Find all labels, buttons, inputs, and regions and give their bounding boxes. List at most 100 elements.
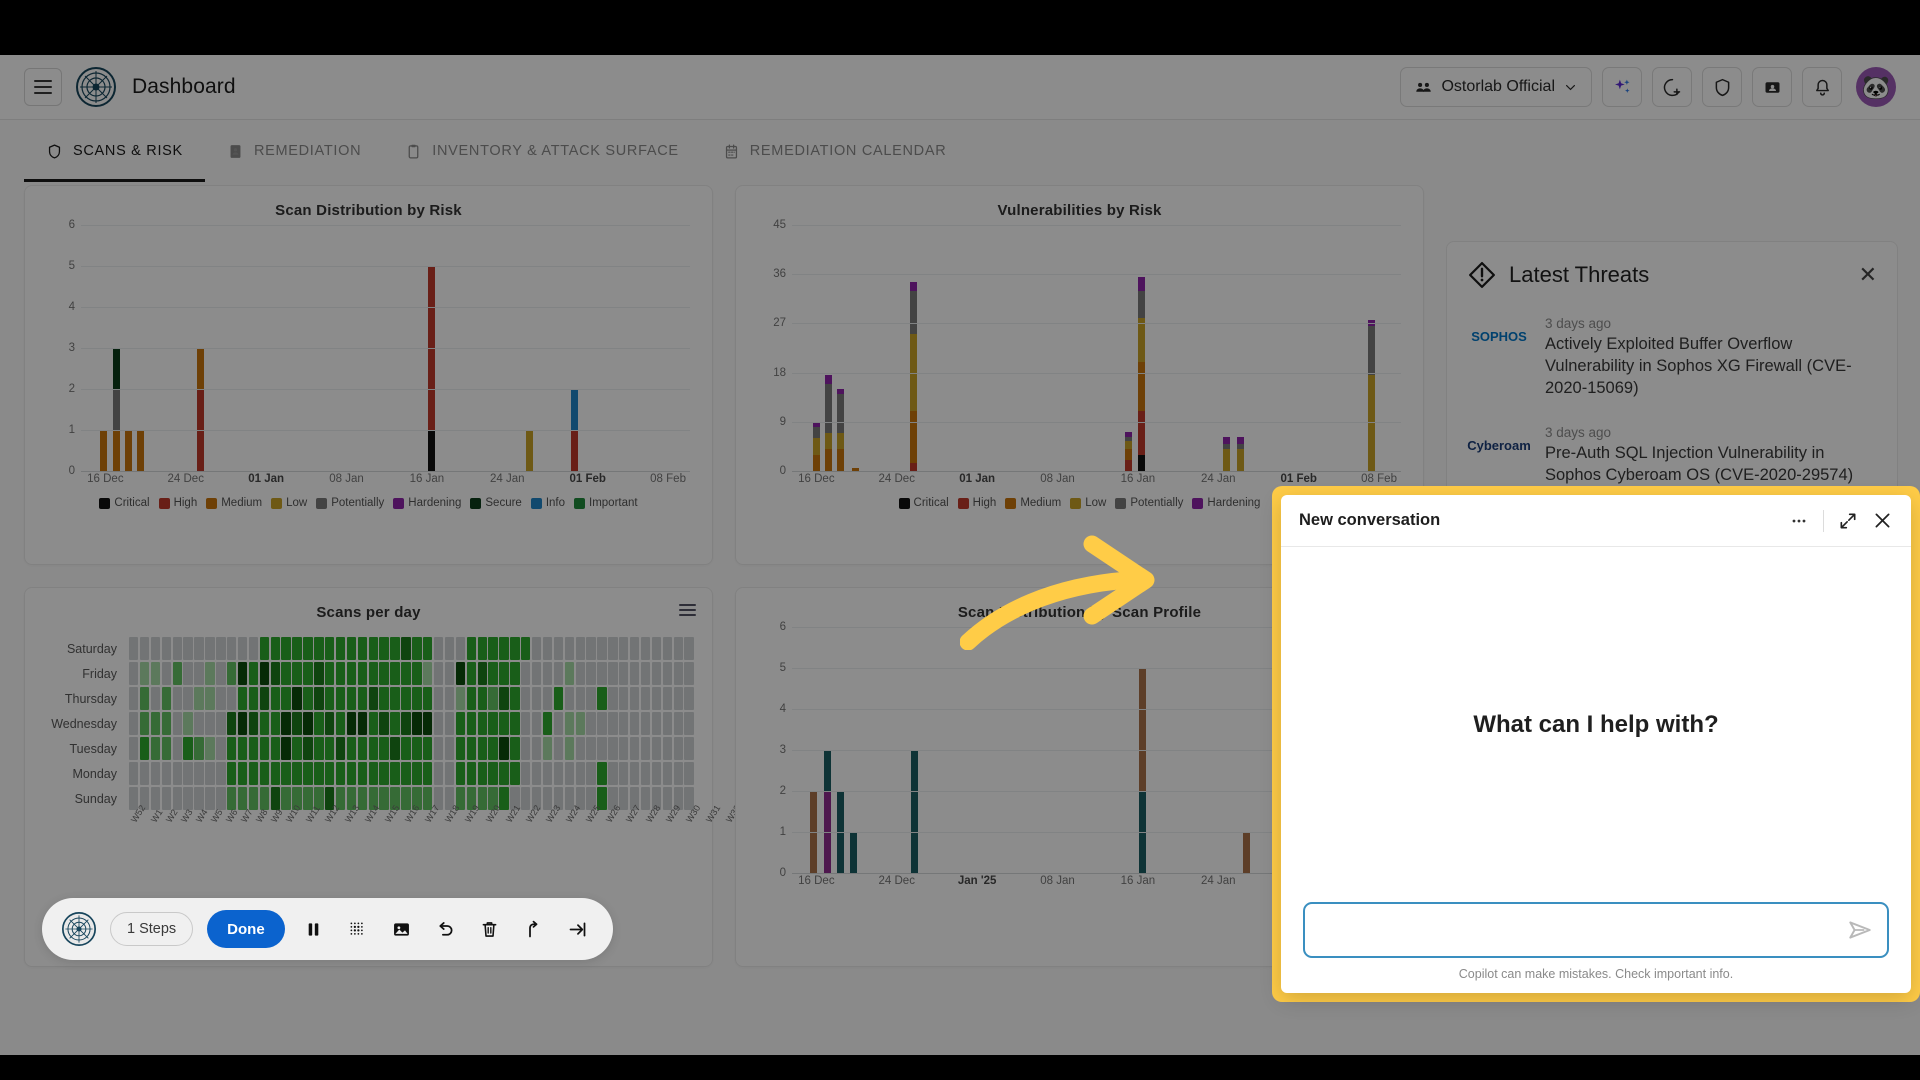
- heatmap-cell[interactable]: [662, 737, 673, 760]
- heatmap-cell[interactable]: [237, 712, 248, 735]
- heatmap-cell[interactable]: [259, 637, 270, 660]
- heatmap-cell[interactable]: [499, 787, 509, 810]
- heatmap-cell[interactable]: [564, 712, 575, 735]
- heatmap-cell[interactable]: [477, 737, 487, 760]
- heatmap-cell[interactable]: [553, 737, 564, 760]
- heatmap-cell[interactable]: [510, 712, 520, 735]
- heatmap-cell[interactable]: [531, 662, 542, 685]
- heatmap-cell[interactable]: [651, 662, 662, 685]
- heatmap-cell[interactable]: [270, 687, 280, 710]
- bar[interactable]: [1125, 431, 1133, 471]
- heatmap-cell[interactable]: [292, 637, 302, 660]
- bar[interactable]: [100, 430, 108, 471]
- heatmap-cell[interactable]: [129, 662, 139, 685]
- bar[interactable]: [1236, 437, 1244, 471]
- heatmap-cell[interactable]: [619, 762, 629, 785]
- hamburger-menu-icon[interactable]: [679, 604, 696, 619]
- heatmap-cell[interactable]: [640, 662, 651, 685]
- heatmap-cell[interactable]: [227, 712, 237, 735]
- heatmap-cell[interactable]: [401, 687, 411, 710]
- heatmap-cell[interactable]: [586, 662, 596, 685]
- heatmap-cell[interactable]: [357, 762, 368, 785]
- heatmap-cell[interactable]: [237, 762, 248, 785]
- org-selector[interactable]: Ostorlab Official: [1400, 67, 1592, 107]
- heatmap-cell[interactable]: [608, 662, 618, 685]
- heatmap-cell[interactable]: [129, 737, 139, 760]
- heatmap-cell[interactable]: [444, 762, 455, 785]
- heatmap-cell[interactable]: [423, 762, 433, 785]
- heatmap-cell[interactable]: [531, 637, 542, 660]
- heatmap-cell[interactable]: [433, 712, 444, 735]
- bar[interactable]: [824, 375, 832, 471]
- threat-item[interactable]: Cyberoam 3 days ago Pre-Auth SQL Injection…: [1467, 425, 1877, 487]
- heatmap-cell[interactable]: [521, 787, 531, 810]
- heatmap-cell[interactable]: [455, 687, 466, 710]
- heatmap-cell[interactable]: [542, 662, 553, 685]
- heatmap-cell[interactable]: [640, 712, 651, 735]
- heatmap-cell[interactable]: [531, 687, 542, 710]
- heatmap-cell[interactable]: [629, 712, 640, 735]
- heatmap-cell[interactable]: [346, 737, 357, 760]
- heatmap-cell[interactable]: [477, 637, 487, 660]
- heatmap-cell[interactable]: [357, 687, 368, 710]
- heatmap-cell[interactable]: [684, 737, 694, 760]
- legend-item-hardening[interactable]: Hardening: [393, 497, 461, 509]
- heatmap-cell[interactable]: [510, 737, 520, 760]
- heatmap-cell[interactable]: [575, 762, 585, 785]
- heatmap-cell[interactable]: [477, 712, 487, 735]
- chart-scan-distribution-by-risk[interactable]: 0 1 2 3 4 5 6 16 Dec 24 Dec 01 Jan 08 Jan 16 Jan 24…: [35, 219, 702, 509]
- heatmap-cell[interactable]: [237, 637, 248, 660]
- heatmap-cell[interactable]: [412, 712, 422, 735]
- heatmap-cell[interactable]: [640, 762, 651, 785]
- bar[interactable]: [1137, 277, 1145, 471]
- heatmap-cell[interactable]: [237, 662, 248, 685]
- heatmap-cell[interactable]: [684, 712, 694, 735]
- heatmap-cell[interactable]: [281, 712, 291, 735]
- heatmap-cell[interactable]: [401, 712, 411, 735]
- heatmap-cell[interactable]: [335, 687, 346, 710]
- heatmap-cell[interactable]: [444, 687, 455, 710]
- heatmap-cell[interactable]: [521, 737, 531, 760]
- heatmap-cell[interactable]: [346, 762, 357, 785]
- heatmap-cell[interactable]: [292, 712, 302, 735]
- avatar[interactable]: 🐼: [1856, 67, 1896, 107]
- heatmap-cell[interactable]: [597, 762, 607, 785]
- heatmap-cell[interactable]: [150, 762, 161, 785]
- heatmap-cell[interactable]: [640, 787, 651, 810]
- heatmap-cell[interactable]: [216, 737, 226, 760]
- heatmap-cell[interactable]: [139, 662, 150, 685]
- heatmap-cell[interactable]: [139, 762, 150, 785]
- heatmap-cell[interactable]: [521, 662, 531, 685]
- legend-item-medium[interactable]: Medium: [1005, 497, 1061, 509]
- heatmap-cell[interactable]: [542, 737, 553, 760]
- heatmap-cell[interactable]: [303, 762, 313, 785]
- heatmap-cell[interactable]: [608, 637, 618, 660]
- heatmap-cell[interactable]: [216, 712, 226, 735]
- heatmap-cell[interactable]: [423, 662, 433, 685]
- heatmap-cell[interactable]: [161, 787, 172, 810]
- heatmap-cell[interactable]: [346, 712, 357, 735]
- tab-remediation[interactable]: REMEDIATION: [205, 120, 383, 182]
- heatmap-cell[interactable]: [597, 737, 607, 760]
- heatmap-cell[interactable]: [640, 687, 651, 710]
- heatmap-cell[interactable]: [455, 762, 466, 785]
- heatmap-cell[interactable]: [651, 712, 662, 735]
- heatmap-cell[interactable]: [183, 787, 193, 810]
- legend-item-secure[interactable]: Secure: [470, 497, 522, 509]
- heatmap-cell[interactable]: [423, 637, 433, 660]
- heatmap-cell[interactable]: [553, 762, 564, 785]
- heatmap-cell[interactable]: [325, 637, 335, 660]
- heatmap-cell[interactable]: [259, 687, 270, 710]
- heatmap-cell[interactable]: [466, 687, 476, 710]
- heatmap-cell[interactable]: [346, 637, 357, 660]
- heatmap-cell[interactable]: [314, 737, 324, 760]
- heatmap-cell[interactable]: [597, 662, 607, 685]
- heatmap-cell[interactable]: [335, 712, 346, 735]
- heatmap-cell[interactable]: [575, 637, 585, 660]
- heatmap-cell[interactable]: [205, 687, 215, 710]
- heatmap-cell[interactable]: [564, 687, 575, 710]
- heatmap-cell[interactable]: [684, 762, 694, 785]
- heatmap-cell[interactable]: [216, 687, 226, 710]
- heatmap-cell[interactable]: [205, 737, 215, 760]
- heatmap-cell[interactable]: [423, 712, 433, 735]
